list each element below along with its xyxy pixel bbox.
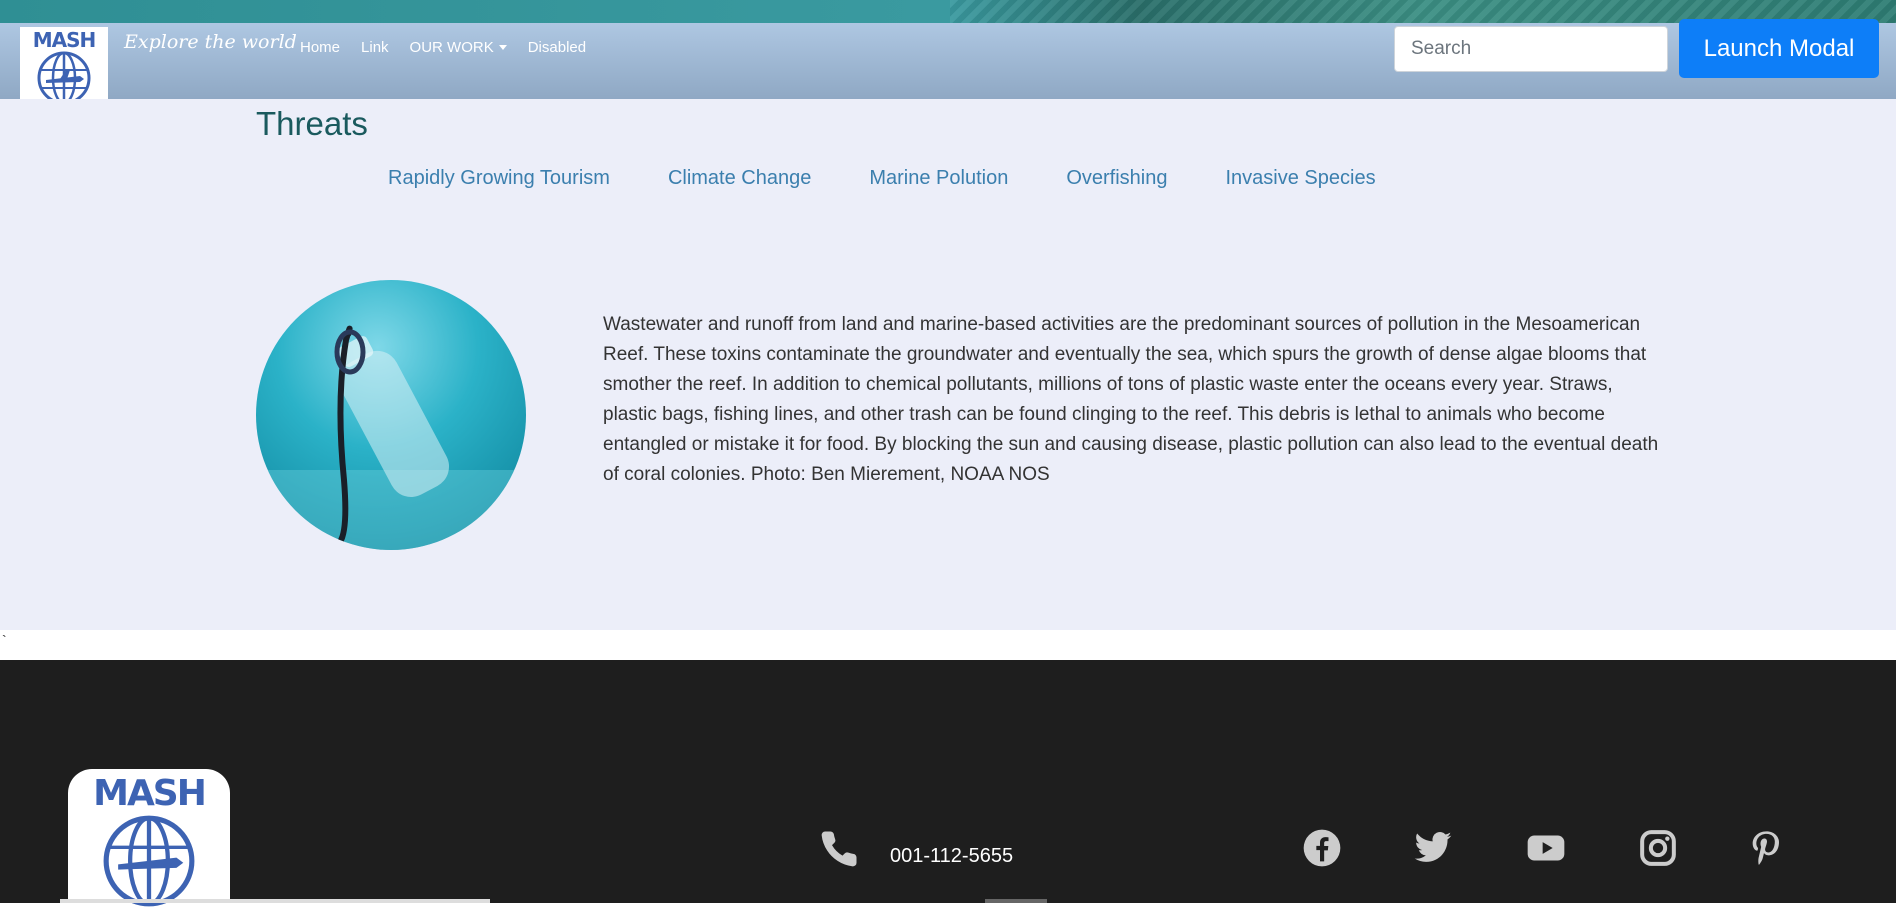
tab-overfishing[interactable]: Overfishing: [1066, 167, 1167, 190]
main-nav: Home Link OUR WORK Disabled: [300, 39, 607, 56]
stray-character: `: [2, 632, 7, 648]
footer: MASH 001-112-5655: [0, 660, 1896, 909]
header-background-strip: [0, 0, 1896, 23]
phone-number: 001-112-5655: [890, 845, 1014, 867]
scroll-indicator: [985, 899, 1047, 903]
youtube-icon[interactable]: [1524, 828, 1568, 868]
phone-icon: [821, 831, 857, 867]
threat-tabs: Rapidly Growing Tourism Climate Change M…: [388, 167, 1434, 190]
nav-link[interactable]: Link: [361, 39, 389, 56]
chevron-down-icon: [498, 45, 507, 50]
tagline: Explore the world: [124, 31, 297, 53]
tab-rapidly-growing-tourism[interactable]: Rapidly Growing Tourism: [388, 167, 610, 190]
nav-our-work-label: OUR WORK: [409, 39, 494, 56]
footer-logo-text: MASH: [93, 773, 207, 814]
nav-home[interactable]: Home: [300, 39, 340, 56]
navbar: MASH Explore the world Home Link OUR WOR…: [0, 19, 1896, 115]
globe-plane-icon: [37, 51, 91, 105]
threat-description: Wastewater and runoff from land and mari…: [603, 314, 1659, 485]
tab-climate-change[interactable]: Climate Change: [668, 167, 811, 190]
globe-plane-icon: [103, 815, 195, 907]
footer-logo[interactable]: MASH: [68, 769, 230, 909]
tab-marine-polution[interactable]: Marine Polution: [869, 167, 1008, 190]
instagram-icon[interactable]: [1638, 828, 1678, 868]
logo-text: MASH: [32, 28, 97, 52]
launch-modal-button[interactable]: Launch Modal: [1679, 19, 1879, 78]
nav-our-work-dropdown[interactable]: OUR WORK: [410, 39, 507, 56]
search-input[interactable]: [1394, 26, 1668, 72]
nav-disabled: Disabled: [527, 39, 587, 56]
horizontal-scrollbar[interactable]: [60, 899, 490, 903]
page-title: Threats: [256, 105, 368, 142]
pinterest-icon[interactable]: [1746, 828, 1786, 868]
photo-illustration: [256, 325, 526, 550]
twitter-icon[interactable]: [1412, 828, 1454, 868]
threats-section: Threats Rapidly Growing Tourism Climate …: [0, 99, 1896, 630]
facebook-icon[interactable]: [1302, 828, 1342, 868]
tab-invasive-species[interactable]: Invasive Species: [1225, 167, 1375, 190]
plastic-bottle-photo: [256, 280, 526, 550]
